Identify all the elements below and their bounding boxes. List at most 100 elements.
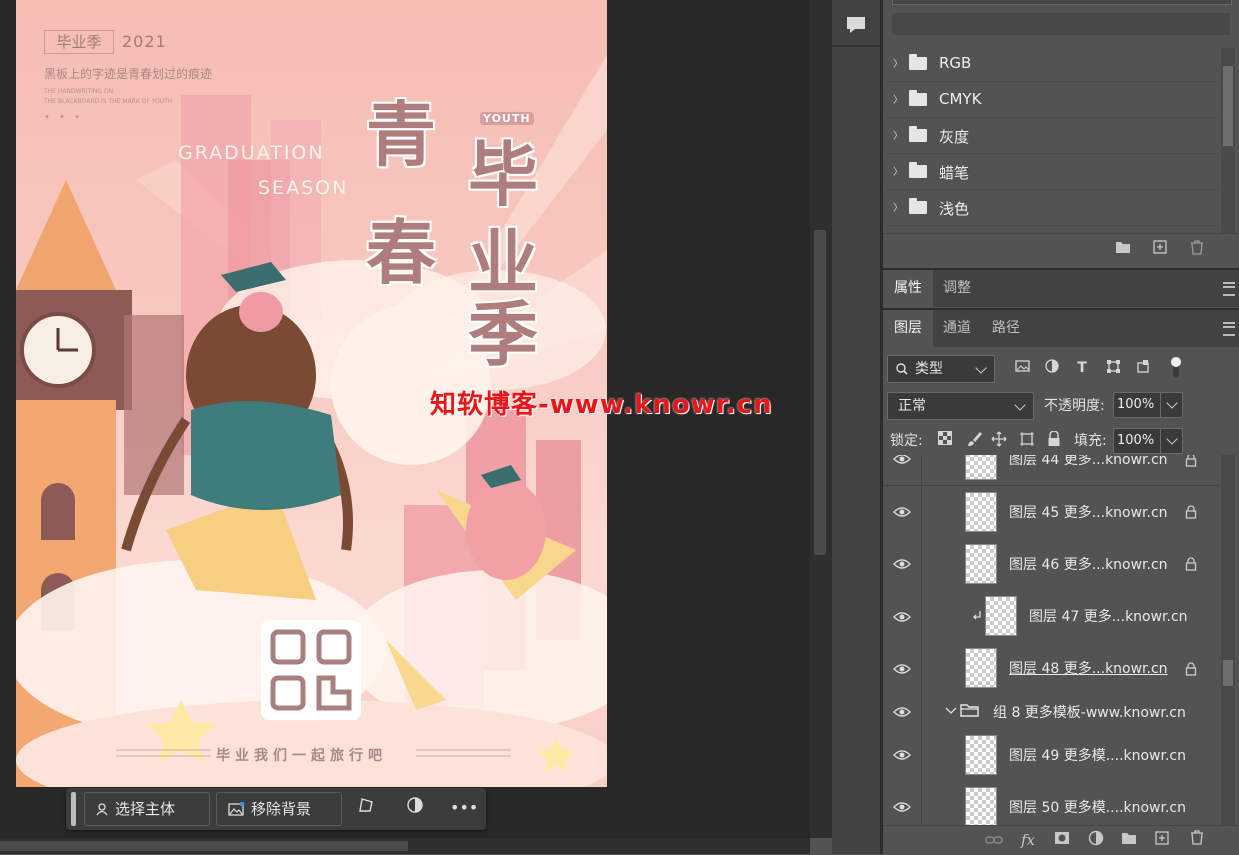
chevron-right-icon[interactable]: 〉 xyxy=(893,199,903,214)
layer-group-row[interactable]: 组 8 更多模板-www.knowr.cn xyxy=(883,694,1219,730)
layer-row[interactable]: 图层 48 更多...knowr.cn xyxy=(883,642,1219,695)
layer-name[interactable]: 图层 44 更多...knowr.cn xyxy=(1009,455,1168,469)
more-options-icon[interactable]: ••• xyxy=(450,796,478,820)
scroll-thumb[interactable] xyxy=(814,230,826,555)
link-layers-icon[interactable] xyxy=(984,830,1004,850)
layer-group-name[interactable]: 组 8 更多模板-www.knowr.cn xyxy=(993,702,1186,722)
remove-background-button[interactable]: 移除背景 xyxy=(216,792,342,826)
scroll-thumb[interactable] xyxy=(1223,66,1233,146)
layer-name[interactable]: 图层 46 更多...knowr.cn xyxy=(1009,554,1168,574)
eye-visibility-icon[interactable] xyxy=(893,749,911,761)
layer-row[interactable]: 图层 45 更多...knowr.cn xyxy=(883,486,1219,539)
filter-smart-object-icon[interactable] xyxy=(1134,359,1152,377)
filter-toggle-switch[interactable] xyxy=(1171,356,1181,378)
swatch-field[interactable] xyxy=(892,0,1232,5)
layer-row[interactable]: 图层 46 更多...knowr.cn xyxy=(883,538,1219,591)
lock-image-pixels-brush-icon[interactable] xyxy=(965,431,983,449)
eye-visibility-icon[interactable] xyxy=(893,455,911,465)
fill-input[interactable]: 100% xyxy=(1113,428,1183,454)
swatch-group-grayscale[interactable]: 〉 灰度 xyxy=(885,118,1218,154)
scroll-thumb[interactable] xyxy=(1223,660,1233,686)
blend-mode-select[interactable]: 正常 xyxy=(887,392,1034,420)
tab-adjustments[interactable]: 调整 xyxy=(933,270,981,307)
filter-shape-icon[interactable] xyxy=(1104,359,1122,377)
layer-name[interactable]: 图层 48 更多...knowr.cn xyxy=(1009,658,1168,678)
tab-properties[interactable]: 属性 xyxy=(883,270,933,307)
eye-visibility-icon[interactable] xyxy=(893,611,911,623)
transform-icon[interactable] xyxy=(354,796,378,820)
swatches-scrollbar[interactable] xyxy=(1221,48,1235,233)
chevron-down-icon[interactable] xyxy=(945,706,957,716)
tab-channels[interactable]: 通道 xyxy=(933,310,981,347)
delete-layer-trash-icon[interactable] xyxy=(1187,830,1207,850)
panel-menu-icon[interactable] xyxy=(1223,282,1235,296)
strip-divider xyxy=(832,45,880,47)
layer-name[interactable]: 图层 45 更多...knowr.cn xyxy=(1009,502,1168,522)
new-adjustment-layer-icon[interactable] xyxy=(1086,830,1106,850)
layer-row[interactable]: 图层 47 更多...knowr.cn xyxy=(883,590,1219,643)
trash-icon[interactable] xyxy=(1188,240,1206,258)
swatch-group-cmyk[interactable]: 〉 CMYK xyxy=(885,82,1218,118)
filter-pixel-icon[interactable] xyxy=(1013,359,1031,377)
opacity-input[interactable]: 100% xyxy=(1113,392,1183,418)
eye-visibility-icon[interactable] xyxy=(893,801,911,813)
layer-name[interactable]: 图层 47 更多...knowr.cn xyxy=(1029,606,1188,626)
layer-row[interactable]: 图层 44 更多...knowr.cn xyxy=(883,455,1219,486)
chevron-right-icon[interactable]: 〉 xyxy=(893,55,903,70)
new-swatch-icon[interactable] xyxy=(1151,240,1169,258)
add-mask-icon[interactable] xyxy=(1052,830,1072,850)
recent-swatches-bar[interactable] xyxy=(892,13,1230,35)
layers-scrollbar[interactable] xyxy=(1221,455,1235,825)
swatch-group-rgb[interactable]: 〉 RGB xyxy=(885,46,1218,82)
layer-name[interactable]: 图层 50 更多模....knowr.cn xyxy=(1009,797,1186,817)
panel-menu-icon[interactable] xyxy=(1223,322,1235,336)
eye-visibility-icon[interactable] xyxy=(893,663,911,675)
filter-adjustment-icon[interactable] xyxy=(1043,359,1061,377)
qr-code-graphic xyxy=(270,629,352,711)
swatch-group-pastel[interactable]: 〉 蜡笔 xyxy=(885,154,1218,190)
chevron-right-icon[interactable]: 〉 xyxy=(893,91,903,106)
eye-visibility-icon[interactable] xyxy=(893,706,911,718)
chevron-down-icon[interactable] xyxy=(1166,433,1178,445)
tab-layers[interactable]: 图层 xyxy=(883,310,933,347)
eye-visibility-icon[interactable] xyxy=(893,558,911,570)
layer-row[interactable]: 图层 49 更多模....knowr.cn xyxy=(883,729,1219,782)
remove-background-label: 移除背景 xyxy=(251,800,312,818)
filter-type-icon[interactable]: T xyxy=(1073,359,1091,377)
row-divider xyxy=(921,590,922,642)
poster-graduation: GRADUATION xyxy=(178,142,325,164)
scroll-thumb[interactable] xyxy=(0,841,408,851)
canvas-horizontal-scrollbar[interactable] xyxy=(0,838,810,854)
layer-row[interactable]: 图层 50 更多模....knowr.cn xyxy=(883,781,1219,825)
taskbar-grip-handle[interactable] xyxy=(71,792,76,826)
new-group-folder-icon[interactable] xyxy=(1119,830,1139,850)
layer-name[interactable]: 图层 49 更多模....knowr.cn xyxy=(1009,745,1186,765)
clipping-mask-arrow-icon xyxy=(973,611,981,620)
poster-english-line1: THE HANDWRITING ON xyxy=(44,88,114,95)
lock-position-move-icon[interactable] xyxy=(990,431,1008,449)
collapsed-panel-strip xyxy=(832,0,880,854)
tab-paths[interactable]: 路径 xyxy=(981,310,1031,347)
swatch-group-label: 灰度 xyxy=(939,128,970,146)
lock-artboard-icon[interactable] xyxy=(1018,431,1036,449)
new-group-folder-icon[interactable] xyxy=(1114,240,1132,258)
chevron-right-icon[interactable]: 〉 xyxy=(893,127,903,142)
layer-style-fx-icon[interactable]: fx xyxy=(1018,830,1038,850)
properties-tab-bar: 属性 调整 xyxy=(883,268,1239,307)
eye-visibility-icon[interactable] xyxy=(893,506,911,518)
chevron-right-icon[interactable]: 〉 xyxy=(893,163,903,178)
swatch-group-light[interactable]: 〉 浅色 xyxy=(885,190,1218,226)
poster-big-char: 毕 xyxy=(468,134,538,216)
lock-transparent-pixels-icon[interactable] xyxy=(936,431,954,449)
canvas-vertical-scrollbar[interactable] xyxy=(810,0,832,838)
select-subject-button[interactable]: 选择主体 xyxy=(84,792,210,826)
new-layer-icon[interactable] xyxy=(1152,830,1172,850)
lock-all-icon[interactable] xyxy=(1045,430,1063,449)
adjustment-icon[interactable] xyxy=(403,796,427,820)
chevron-down-icon xyxy=(975,362,987,374)
comments-icon[interactable] xyxy=(845,15,867,35)
chevron-down-icon[interactable] xyxy=(1166,397,1178,409)
swatch-group-label: CMYK xyxy=(939,90,982,108)
layer-filter-select[interactable]: 类型 xyxy=(887,355,995,383)
poster-english-line2: THE BLACKBOARD IS THE MARK OF YOUTH xyxy=(44,98,173,105)
